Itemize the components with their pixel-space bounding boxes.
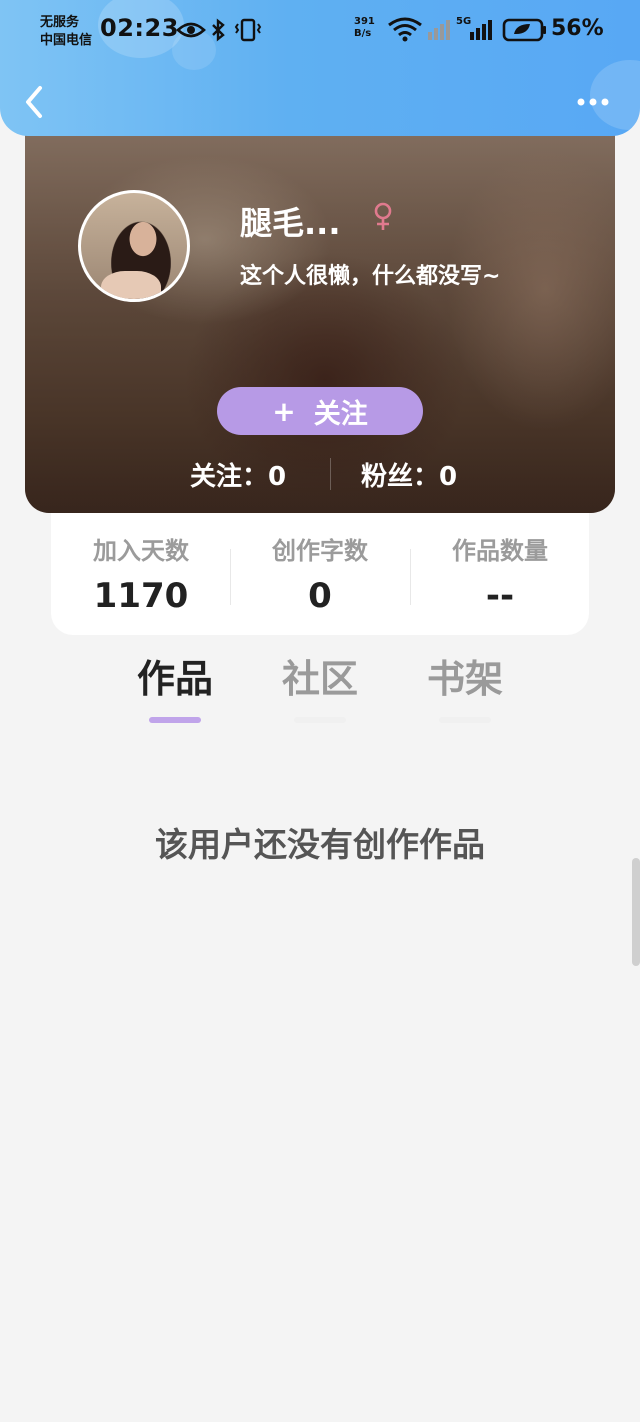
tab-bar: 作品 社区 书架 xyxy=(0,640,640,730)
back-button[interactable] xyxy=(22,84,48,120)
avatar[interactable] xyxy=(78,190,190,302)
carrier-info: 无服务 中国电信 xyxy=(40,14,92,50)
more-button[interactable] xyxy=(575,92,615,112)
username: 腿毛... xyxy=(240,204,341,242)
stat-value: 0 xyxy=(308,576,332,616)
battery-percent: 56% xyxy=(551,16,604,41)
follow-button[interactable]: + 关注 xyxy=(217,387,423,435)
following-count[interactable]: 关注：0 xyxy=(190,456,286,493)
chevron-left-icon xyxy=(26,86,42,118)
scrollbar[interactable] xyxy=(632,858,640,966)
stat-join-days: 加入天数 1170 xyxy=(51,531,231,616)
bio: 这个人很懒，什么都没写~ xyxy=(240,264,501,289)
stat-label: 加入天数 xyxy=(93,537,189,565)
follow-button-label: 关注 xyxy=(313,398,368,430)
net-speed-unit: B/s xyxy=(354,28,372,39)
stat-value: 1170 xyxy=(93,576,189,616)
stat-label: 作品数量 xyxy=(452,537,548,565)
empty-state-message: 该用户还没有创作作品 xyxy=(155,825,485,864)
tab-label: 社区 xyxy=(281,657,358,701)
follow-counts: 关注：0 粉丝：0 xyxy=(25,454,615,494)
stat-work-count: 作品数量 -- xyxy=(410,531,590,616)
eye-icon xyxy=(176,22,206,38)
fans-count[interactable]: 粉丝：0 xyxy=(361,456,457,493)
following-label: 关注： xyxy=(190,462,269,492)
net-speed-value: 391 xyxy=(354,16,375,27)
carrier-line-1: 无服务 xyxy=(40,15,80,30)
stat-word-count: 创作字数 0 xyxy=(230,531,410,616)
tab-community[interactable]: 社区 xyxy=(260,648,380,723)
status-bar: 无服务 中国电信 02:23 391 B/s 5G 56% xyxy=(0,0,640,60)
tab-indicator xyxy=(439,717,491,723)
stats-card: 加入天数 1170 创作字数 0 作品数量 -- xyxy=(51,513,589,635)
tab-label: 书架 xyxy=(426,657,503,701)
carrier-line-2: 中国电信 xyxy=(40,33,93,48)
signal-icon xyxy=(428,20,450,40)
tab-works[interactable]: 作品 xyxy=(115,648,235,723)
female-icon xyxy=(374,202,392,230)
divider xyxy=(330,458,331,490)
stat-label: 创作字数 xyxy=(272,537,368,565)
tab-indicator xyxy=(294,717,346,723)
following-value: 0 xyxy=(268,462,287,492)
plus-icon: + xyxy=(272,394,296,428)
tab-bookshelf[interactable]: 书架 xyxy=(405,648,525,723)
wifi-icon xyxy=(388,17,422,42)
top-header: 无服务 中国电信 02:23 391 B/s 5G 56% xyxy=(0,0,640,136)
more-dots-icon xyxy=(577,98,609,106)
stat-value: -- xyxy=(485,576,515,616)
clock: 02:23 xyxy=(100,14,179,42)
tab-indicator xyxy=(149,717,201,723)
network-speed: 391 B/s xyxy=(354,16,375,40)
signal-icon xyxy=(470,20,492,40)
tab-label: 作品 xyxy=(136,657,213,701)
battery-icon xyxy=(502,18,546,42)
bluetooth-icon xyxy=(212,18,225,42)
profile-banner: 腿毛... 这个人很懒，什么都没写~ + 关注 关注：0 粉丝：0 xyxy=(25,120,615,513)
vibrate-icon xyxy=(234,18,262,42)
fans-label: 粉丝： xyxy=(361,462,440,492)
fans-value: 0 xyxy=(439,462,458,492)
